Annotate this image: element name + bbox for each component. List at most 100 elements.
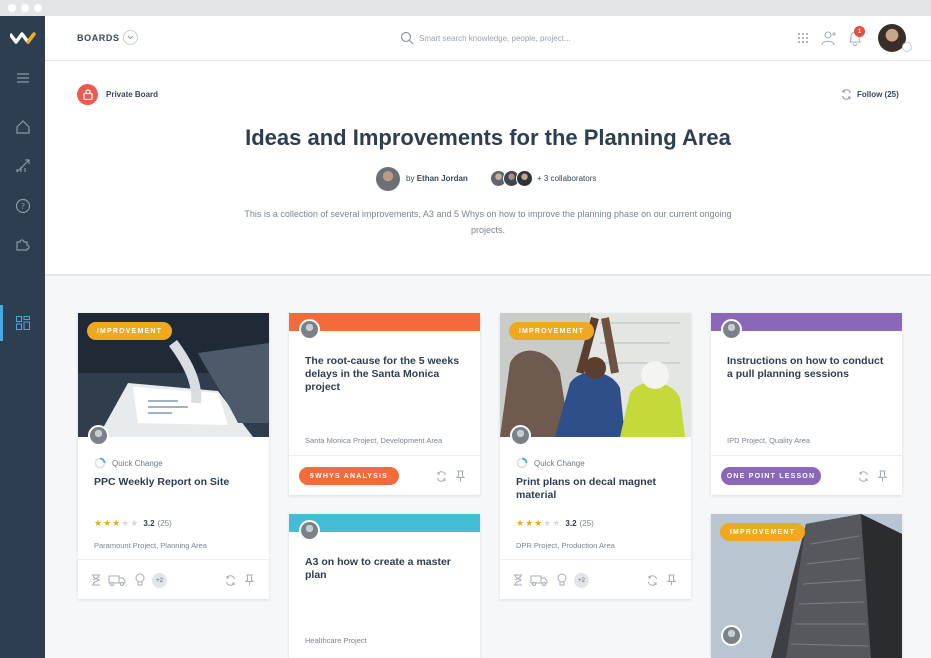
search-icon[interactable] — [400, 31, 414, 45]
status-label: Quick Change — [112, 458, 163, 468]
pin-icon[interactable] — [664, 573, 678, 587]
section-switcher-label[interactable]: BOARDS — [77, 33, 120, 43]
board-header: Private Board Follow (25) Ideas and Impr… — [45, 61, 931, 275]
progress-ring-icon — [516, 457, 528, 469]
sync-icon[interactable] — [223, 573, 237, 587]
card-type-tag: 5WHYS ANALYSIS — [299, 467, 399, 485]
chevron-down-icon[interactable] — [123, 30, 138, 45]
sync-icon[interactable] — [856, 469, 870, 483]
status-indicator: Quick Change — [94, 457, 163, 469]
active-indicator — [0, 305, 3, 341]
app-logo[interactable] — [10, 30, 36, 46]
rating-count: (25) — [579, 519, 594, 528]
board-card[interactable]: A3 on how to create a master plan Health… — [289, 514, 480, 658]
card-type-tag: IMPROVEMENT — [509, 322, 594, 340]
collaborator-avatar[interactable] — [516, 170, 533, 187]
follow-label: Follow (25) — [857, 90, 899, 99]
card-type-tag: IMPROVEMENT — [720, 523, 805, 541]
card-title[interactable]: PPC Weekly Report on Site — [94, 476, 254, 489]
analytics-icon[interactable] — [13, 156, 33, 176]
follow-button[interactable]: Follow (25) — [841, 89, 899, 100]
star-icon: ★ — [525, 518, 534, 528]
card-title[interactable]: A3 on how to create a master plan — [305, 556, 465, 582]
star-icon: ★ — [121, 518, 130, 528]
card-type-tag: IMPROVEMENT — [87, 322, 172, 340]
card-footer: +2 — [78, 559, 269, 599]
lock-icon — [77, 84, 98, 105]
pin-icon[interactable] — [453, 469, 467, 483]
rating: ★ ★ ★ ★ ★ 3.2 (25) — [94, 518, 172, 529]
window-chrome — [0, 0, 931, 16]
star-icon: ★ — [130, 518, 139, 528]
rating: ★ ★ ★ ★ ★ 3.2 (25) — [516, 518, 594, 529]
star-icon: ★ — [94, 518, 103, 528]
board-card[interactable]: IMPROVEMENT Quick Change PPC Weekly Repo… — [78, 313, 269, 599]
lightbulb-icon — [555, 573, 569, 587]
card-author-avatar[interactable] — [88, 425, 109, 446]
boards-icon[interactable] — [13, 313, 33, 333]
sync-icon — [842, 89, 851, 100]
rating-count: (25) — [157, 519, 172, 528]
status-indicator: Quick Change — [516, 457, 585, 469]
board-description: This is a collection of several improvem… — [244, 209, 732, 235]
rating-value: 3.2 — [565, 519, 577, 528]
search-input[interactable] — [419, 29, 649, 47]
collaborators-label[interactable]: + 3 collaborators — [537, 174, 596, 183]
sync-icon[interactable] — [434, 469, 448, 483]
truck-icon — [530, 573, 548, 587]
extra-count-badge[interactable]: +2 — [574, 573, 589, 588]
author-name[interactable]: Ethan Jordan — [417, 174, 468, 183]
sync-icon[interactable] — [645, 573, 659, 587]
add-user-icon[interactable] — [819, 28, 839, 48]
board-card[interactable]: The root-cause for the 5 weeks delays in… — [289, 313, 480, 495]
star-icon: ★ — [516, 518, 525, 528]
card-title[interactable]: The root-cause for the 5 weeks delays in… — [305, 355, 465, 394]
card-title[interactable]: Instructions on how to conduct a pull pl… — [727, 355, 887, 381]
card-project: DPR Project, Production Area — [516, 541, 615, 550]
card-footer: ONE POINT LESSON — [711, 455, 902, 495]
user-menu-chevron-icon[interactable] — [902, 42, 912, 52]
author-byline: by Ethan Jordan — [406, 174, 468, 183]
card-author-avatar[interactable] — [510, 425, 531, 446]
board-card[interactable]: Instructions on how to conduct a pull pl… — [711, 313, 902, 495]
pin-icon[interactable] — [242, 573, 256, 587]
window-dot — [34, 4, 42, 12]
notification-badge: 1 — [854, 26, 865, 37]
card-footer: +2 — [500, 559, 691, 599]
home-icon[interactable] — [13, 117, 33, 137]
card-title[interactable]: Print plans on decal magnet material — [516, 476, 676, 502]
star-icon: ★ — [534, 518, 543, 528]
star-icon: ★ — [103, 518, 112, 528]
status-label: Quick Change — [534, 458, 585, 468]
svg-text:?: ? — [21, 202, 25, 211]
lightbulb-icon — [133, 573, 147, 587]
sidebar: ? — [0, 16, 45, 658]
truck-icon — [108, 573, 126, 587]
card-project: Healthcare Project — [305, 636, 367, 645]
card-author-avatar[interactable] — [721, 319, 742, 340]
extra-count-badge[interactable]: +2 — [152, 573, 167, 588]
top-bar: BOARDS 1 — [45, 16, 931, 61]
card-author-avatar[interactable] — [721, 625, 742, 646]
page-title: Ideas and Improvements for the Planning … — [245, 125, 731, 150]
privacy-label: Private Board — [106, 90, 159, 99]
hourglass-icon — [511, 573, 525, 587]
puzzle-icon[interactable] — [13, 234, 33, 254]
card-author-avatar[interactable] — [299, 520, 320, 541]
cards-grid: IMPROVEMENT Quick Change PPC Weekly Repo… — [45, 276, 931, 658]
card-project: IPD Project, Quality Area — [727, 436, 810, 445]
pin-icon[interactable] — [875, 469, 889, 483]
board-card[interactable]: IMPROVEMENT Quick Change Print plans on … — [500, 313, 691, 599]
help-icon[interactable]: ? — [13, 196, 33, 216]
star-icon: ★ — [552, 518, 561, 528]
board-card[interactable]: IMPROVEMENT — [711, 514, 902, 658]
menu-icon[interactable] — [13, 68, 33, 88]
window-dot — [8, 4, 16, 12]
card-footer: 5WHYS ANALYSIS — [289, 455, 480, 495]
progress-ring-icon — [94, 457, 106, 469]
apps-grid-icon[interactable] — [793, 28, 813, 48]
star-icon: ★ — [112, 518, 121, 528]
rating-value: 3.2 — [143, 519, 155, 528]
author-avatar[interactable] — [376, 167, 400, 191]
card-author-avatar[interactable] — [299, 319, 320, 340]
